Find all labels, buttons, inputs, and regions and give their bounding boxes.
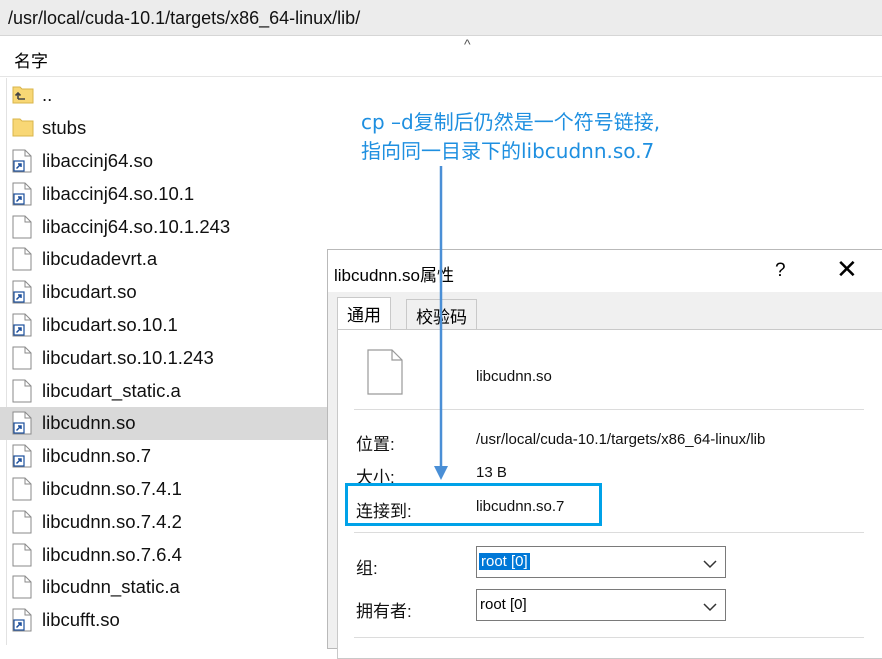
shortcut-icon — [12, 608, 34, 632]
file-row[interactable]: libcudadevrt.a — [0, 243, 330, 276]
folder-icon — [12, 116, 34, 140]
chevron-down-icon — [703, 599, 717, 616]
file-name: stubs — [42, 117, 87, 139]
group-select-value: root [0] — [479, 553, 530, 570]
owner-label: 拥有者: — [356, 602, 412, 621]
location-value: /usr/local/cuda-10.1/targets/x86_64-linu… — [476, 431, 766, 448]
chevron-down-icon — [703, 556, 717, 573]
file-name-value: libcudnn.so — [476, 368, 552, 385]
file-icon — [12, 510, 34, 534]
group-select[interactable]: root [0] — [476, 546, 726, 578]
dialog-titlebar[interactable]: libcudnn.so属性 ? ✕ — [328, 250, 882, 292]
separator — [354, 532, 864, 533]
file-row[interactable]: libcudnn.so.7.4.1 — [0, 473, 330, 506]
path-text: /usr/local/cuda-10.1/targets/x86_64-linu… — [8, 8, 361, 28]
file-name: libcudnn.so — [42, 412, 136, 434]
separator — [354, 409, 864, 410]
file-icon — [12, 575, 34, 599]
file-row[interactable]: .. — [0, 79, 330, 112]
shortcut-icon — [12, 149, 34, 173]
properties-dialog: libcudnn.so属性 ? ✕ 通用 校验码 libcudnn.so 位置:… — [327, 249, 882, 659]
annotation-text: cp –d复制后仍然是一个符号链接, 指向同一目录下的libcudnn.so.7 — [361, 108, 660, 166]
file-name: libcudart.so.10.1.243 — [42, 346, 214, 368]
shortcut-icon — [12, 313, 34, 337]
file-name: libcudart.so.10.1 — [42, 313, 178, 335]
file-row[interactable]: libcudnn_static.a — [0, 571, 330, 604]
file-icon — [12, 346, 34, 370]
file-row[interactable]: libaccinj64.so — [0, 145, 330, 178]
file-list: .. stubs libaccinj64.so libaccinj64.so.10.1… — [0, 79, 330, 637]
file-name: libcudnn.so.7 — [42, 445, 152, 467]
file-row[interactable]: libcudnn.so.7 — [0, 440, 330, 473]
file-row[interactable]: libcudnn.so.7.4.2 — [0, 505, 330, 538]
file-row[interactable]: libcudart.so.10.1.243 — [0, 341, 330, 374]
file-row[interactable]: libcudart_static.a — [0, 374, 330, 407]
column-header: 名字 ^ — [0, 36, 882, 77]
file-row[interactable]: libcudnn.so — [0, 406, 330, 440]
column-header-name[interactable]: 名字 — [14, 47, 48, 72]
location-label: 位置: — [356, 435, 395, 454]
file-name: libcudnn_static.a — [42, 576, 180, 598]
help-button[interactable]: ? — [775, 260, 786, 282]
annotation-line-1: cp –d复制后仍然是一个符号链接, — [361, 110, 661, 134]
file-name: libcudart_static.a — [42, 379, 181, 401]
file-name: libaccinj64.so.10.1 — [42, 182, 195, 204]
file-row[interactable]: libcudart.so — [0, 276, 330, 309]
shortcut-icon — [12, 280, 34, 304]
folder-up-icon — [12, 83, 34, 107]
file-row[interactable]: stubs — [0, 112, 330, 145]
file-name: libcufft.so — [42, 609, 120, 631]
dialog-title: libcudnn.so属性 — [334, 266, 455, 285]
file-row[interactable]: libaccinj64.so.10.1 — [0, 177, 330, 210]
owner-select-value: root [0] — [480, 596, 527, 613]
file-icon — [12, 247, 34, 271]
file-row[interactable]: libaccinj64.so.10.1.243 — [0, 210, 330, 243]
file-name: libaccinj64.so — [42, 149, 154, 171]
size-value: 13 B — [476, 464, 507, 481]
file-name: libcudadevrt.a — [42, 248, 158, 270]
separator — [354, 637, 864, 638]
tab-general[interactable]: 通用 — [337, 297, 391, 329]
sort-ascending-icon: ^ — [464, 36, 471, 52]
file-name: libcudart.so — [42, 281, 137, 303]
file-name: libcudnn.so.7.4.1 — [42, 477, 182, 499]
shortcut-icon — [12, 182, 34, 206]
link-highlight-box — [345, 483, 602, 526]
file-icon — [12, 477, 34, 501]
file-row[interactable]: libcufft.so — [0, 604, 330, 637]
group-label: 组: — [356, 559, 378, 578]
file-name: libaccinj64.so.10.1.243 — [42, 215, 231, 237]
file-row[interactable]: libcudnn.so.7.6.4 — [0, 538, 330, 571]
file-icon — [367, 349, 403, 400]
owner-select[interactable]: root [0] — [476, 589, 726, 621]
shortcut-icon — [12, 411, 34, 435]
file-icon — [12, 379, 34, 403]
path-bar[interactable]: /usr/local/cuda-10.1/targets/x86_64-linu… — [0, 0, 882, 36]
close-button[interactable]: ✕ — [836, 256, 858, 282]
file-name: .. — [42, 84, 53, 106]
file-row[interactable]: libcudart.so.10.1 — [0, 309, 330, 342]
annotation-line-2: 指向同一目录下的libcudnn.so.7 — [361, 139, 655, 163]
file-icon — [12, 543, 34, 567]
file-icon — [12, 215, 34, 239]
file-name: libcudnn.so.7.6.4 — [42, 543, 182, 565]
shortcut-icon — [12, 444, 34, 468]
file-name: libcudnn.so.7.4.2 — [42, 510, 182, 532]
tab-checksum[interactable]: 校验码 — [406, 299, 477, 329]
